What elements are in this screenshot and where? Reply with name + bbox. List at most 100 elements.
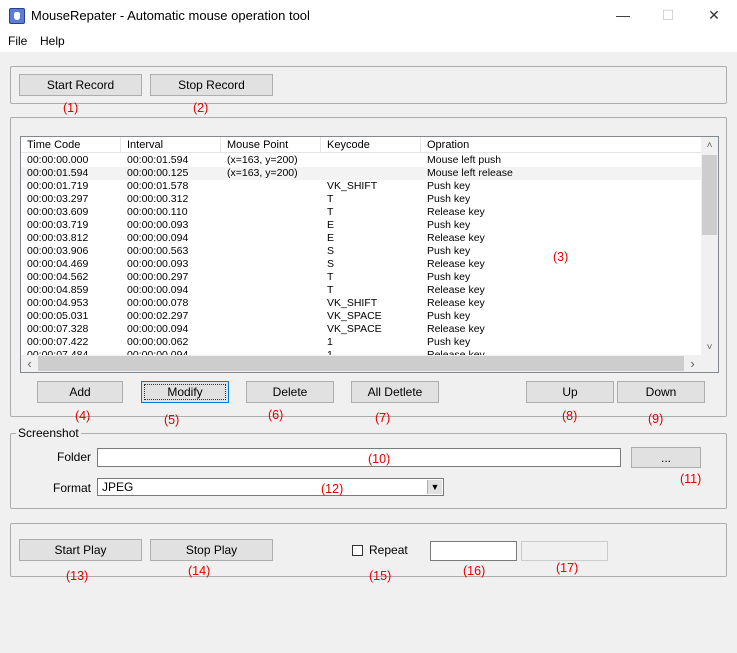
- cell-time-code: 00:00:04.469: [27, 258, 89, 270]
- table-row[interactable]: 00:00:00.000 00:00:01.594 (x=163, y=200) Mo…: [21, 154, 701, 167]
- modify-button[interactable]: Modify: [141, 381, 229, 403]
- cell-mouse-point: (x=163, y=200): [227, 154, 298, 166]
- column-header-time-code[interactable]: Time Code: [21, 137, 121, 153]
- cell-interval: 00:00:00.062: [127, 336, 189, 348]
- table-row[interactable]: 00:00:03.609 00:00:00.110 T Release key: [21, 206, 701, 219]
- play-progress-field: [521, 541, 608, 561]
- cell-mouse-point: [221, 284, 321, 297]
- annotation-12: (12): [321, 482, 344, 496]
- table-row[interactable]: 00:00:05.031 00:00:02.297 VK_SPACE Push key: [21, 310, 701, 323]
- scroll-up-arrow-icon[interactable]: ˄: [701, 137, 718, 154]
- all-delete-button[interactable]: All Detlete: [351, 381, 439, 403]
- horizontal-scroll-thumb[interactable]: [38, 356, 684, 371]
- annotation-15: (15): [369, 569, 392, 583]
- cell-time-code: 00:00:03.906: [27, 245, 89, 257]
- vertical-scroll-thumb[interactable]: [702, 155, 717, 235]
- table-row[interactable]: 00:00:01.719 00:00:01.578 VK_SHIFT Push key: [21, 180, 701, 193]
- column-header-interval[interactable]: Interval: [121, 137, 221, 153]
- cell-operation: Release key: [427, 284, 485, 296]
- cell-time-code: 00:00:01.594: [27, 167, 89, 179]
- menu-file[interactable]: File: [8, 34, 27, 48]
- table-row[interactable]: 00:00:04.562 00:00:00.297 T Push key: [21, 271, 701, 284]
- table-row[interactable]: 00:00:03.297 00:00:00.312 T Push key: [21, 193, 701, 206]
- cell-time-code: 00:00:01.719: [27, 180, 89, 192]
- format-select-value: JPEG: [102, 480, 134, 494]
- operation-list[interactable]: Time Code Interval Mouse Point Keycode O…: [20, 136, 719, 373]
- annotation-13: (13): [66, 569, 89, 583]
- table-row[interactable]: 00:00:01.594 00:00:00.125 (x=163, y=200) Mo…: [21, 167, 701, 180]
- annotation-17: (17): [556, 561, 579, 575]
- cell-interval: 00:00:00.093: [127, 258, 189, 270]
- annotation-7: (7): [375, 411, 391, 425]
- folder-input[interactable]: [97, 448, 621, 467]
- vertical-scrollbar[interactable]: ˄ ˅: [701, 137, 718, 356]
- annotation-3: (3): [553, 250, 569, 264]
- format-select[interactable]: JPEG ▼: [97, 478, 444, 496]
- down-button[interactable]: Down: [617, 381, 705, 403]
- table-row[interactable]: 00:00:03.906 00:00:00.563 S Push key: [21, 245, 701, 258]
- cell-operation: Push key: [427, 180, 471, 192]
- horizontal-scrollbar[interactable]: ‹ ›: [21, 355, 718, 372]
- cell-operation: Mouse left push: [427, 154, 502, 166]
- cell-operation: Push key: [427, 193, 471, 205]
- maximize-button[interactable]: ☐: [645, 0, 691, 31]
- cell-mouse-point: [221, 323, 321, 336]
- dropdown-arrow-icon[interactable]: ▼: [427, 480, 442, 494]
- browse-folder-button[interactable]: ...: [631, 447, 701, 468]
- scroll-down-arrow-icon[interactable]: ˅: [701, 339, 718, 356]
- cell-operation: Push key: [427, 219, 471, 231]
- repeat-label[interactable]: Repeat: [369, 543, 408, 557]
- cell-time-code: 00:00:07.328: [27, 323, 89, 335]
- repeat-count-input[interactable]: [430, 541, 517, 561]
- start-record-button[interactable]: Start Record: [19, 74, 142, 96]
- annotation-4: (4): [75, 409, 91, 423]
- table-row[interactable]: 00:00:03.719 00:00:00.093 E Push key: [21, 219, 701, 232]
- add-button[interactable]: Add: [37, 381, 123, 403]
- cell-operation: Release key: [427, 206, 485, 218]
- screenshot-group-label: Screenshot: [16, 426, 81, 440]
- scroll-left-arrow-icon[interactable]: ‹: [21, 355, 38, 372]
- cell-interval: 00:00:00.297: [127, 271, 189, 283]
- table-row[interactable]: 00:00:04.953 00:00:00.078 VK_SHIFT Release …: [21, 297, 701, 310]
- cell-keycode: 1: [327, 336, 333, 348]
- cell-mouse-point: [221, 271, 321, 284]
- cell-time-code: 00:00:04.562: [27, 271, 89, 283]
- cell-time-code: 00:00:03.812: [27, 232, 89, 244]
- table-row[interactable]: 00:00:03.812 00:00:00.094 E Release key: [21, 232, 701, 245]
- cell-operation: Release key: [427, 323, 485, 335]
- table-row[interactable]: 00:00:07.328 00:00:00.094 VK_SPACE Release …: [21, 323, 701, 336]
- up-button[interactable]: Up: [526, 381, 614, 403]
- table-row[interactable]: 00:00:04.469 00:00:00.093 S Release key: [21, 258, 701, 271]
- cell-interval: 00:00:00.110: [127, 206, 188, 218]
- cell-keycode: S: [327, 258, 335, 270]
- column-header-keycode[interactable]: Keycode: [321, 137, 421, 153]
- minimize-button[interactable]: —: [600, 0, 646, 31]
- stop-record-button[interactable]: Stop Record: [150, 74, 273, 96]
- start-play-button[interactable]: Start Play: [19, 539, 142, 561]
- cell-time-code: 00:00:03.609: [27, 206, 89, 218]
- table-row[interactable]: 00:00:04.859 00:00:00.094 T Release key: [21, 284, 701, 297]
- delete-button[interactable]: Delete: [246, 381, 334, 403]
- cell-keycode: VK_SPACE: [327, 323, 382, 335]
- annotation-14: (14): [188, 564, 211, 578]
- cell-keycode: VK_SHIFT: [327, 297, 378, 309]
- cell-operation: Release key: [427, 232, 485, 244]
- close-button[interactable]: ✕: [691, 0, 737, 31]
- column-header-mouse-point[interactable]: Mouse Point: [221, 137, 321, 153]
- cell-keycode: S: [327, 245, 335, 257]
- cell-time-code: 00:00:03.297: [27, 193, 89, 205]
- cell-keycode: [321, 167, 421, 180]
- cell-interval: 00:00:02.297: [127, 310, 189, 322]
- column-header-operation[interactable]: Opration: [421, 137, 701, 153]
- cell-time-code: 00:00:03.719: [27, 219, 89, 231]
- menu-help[interactable]: Help: [40, 34, 65, 48]
- scroll-right-arrow-icon[interactable]: ›: [684, 355, 701, 372]
- cell-mouse-point: [221, 193, 321, 206]
- table-row[interactable]: 00:00:07.422 00:00:00.062 1 Push key: [21, 336, 701, 349]
- cell-interval: 00:00:01.578: [127, 180, 189, 192]
- cell-keycode: T: [327, 271, 334, 283]
- annotation-11: (11): [680, 472, 702, 486]
- stop-play-button[interactable]: Stop Play: [150, 539, 273, 561]
- cell-mouse-point: [221, 232, 321, 245]
- repeat-checkbox[interactable]: [352, 545, 363, 556]
